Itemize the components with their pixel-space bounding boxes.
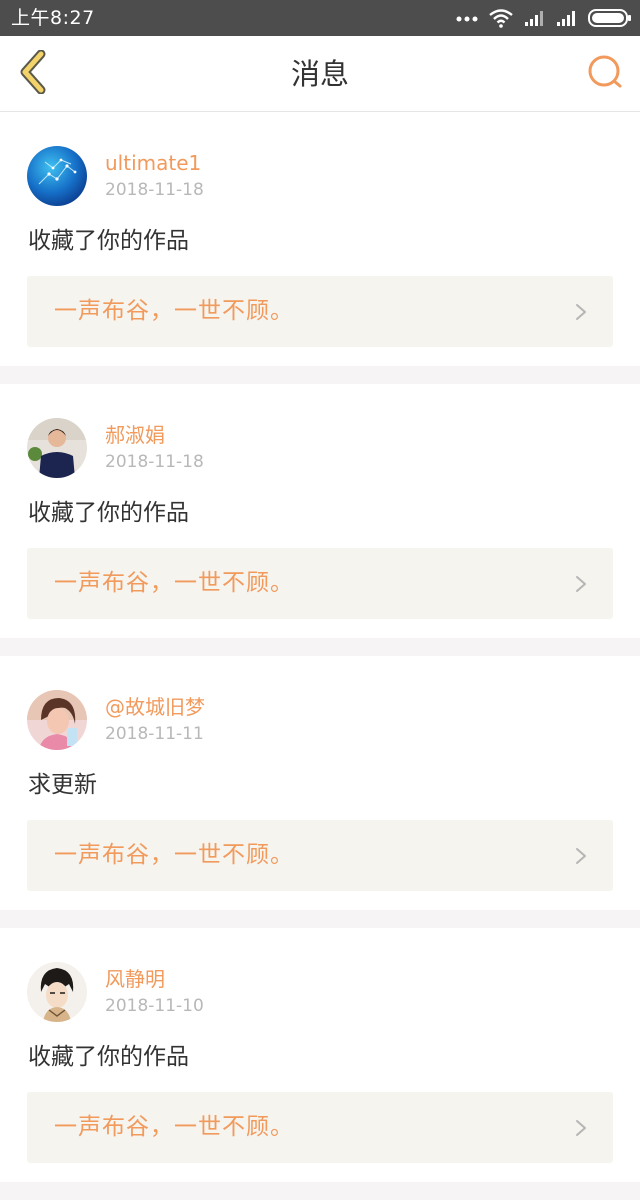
chevron-right-icon — [575, 303, 587, 321]
work-link[interactable]: 一声布谷，一世不顾。 — [27, 820, 613, 891]
header-bar: 消息 — [0, 36, 640, 112]
message-card: @故城旧梦 2018-11-11 求更新 一声布谷，一世不顾。 — [0, 656, 640, 910]
message-text: 收藏了你的作品 — [28, 500, 189, 526]
message-date: 2018-11-18 — [105, 452, 204, 472]
message-date: 2018-11-18 — [105, 180, 204, 200]
signal-icon — [524, 9, 546, 27]
message-card: 郝淑娟 2018-11-18 收藏了你的作品 一声布谷，一世不顾。 — [0, 384, 640, 638]
page-title: 消息 — [290, 57, 349, 91]
signal-icon — [556, 9, 578, 27]
message-list: ultimate1 2018-11-18 收藏了你的作品 一声布谷，一世不顾。 … — [0, 112, 640, 1200]
message-text: 收藏了你的作品 — [28, 228, 189, 254]
user-name[interactable]: 风静明 — [105, 966, 165, 992]
avatar[interactable] — [27, 690, 87, 750]
search-icon — [586, 54, 624, 94]
status-bar: 上午8:27 — [0, 0, 640, 36]
message-text: 收藏了你的作品 — [28, 1044, 189, 1070]
work-link[interactable]: 一声布谷，一世不顾。 — [27, 548, 613, 619]
work-link[interactable]: 一声布谷，一世不顾。 — [27, 276, 613, 347]
work-link[interactable]: 一声布谷，一世不顾。 — [27, 1092, 613, 1163]
battery-icon — [588, 9, 632, 27]
search-button[interactable] — [580, 50, 630, 98]
message-date: 2018-11-11 — [105, 724, 204, 744]
wifi-icon — [488, 8, 514, 28]
avatar[interactable] — [27, 146, 87, 206]
work-title: 一声布谷，一世不顾。 — [54, 298, 294, 324]
work-title: 一声布谷，一世不顾。 — [54, 1114, 294, 1140]
more-dots-icon — [456, 14, 478, 22]
status-icons — [456, 8, 632, 28]
work-title: 一声布谷，一世不顾。 — [54, 842, 294, 868]
avatar[interactable] — [27, 962, 87, 1022]
message-card: ultimate1 2018-11-18 收藏了你的作品 一声布谷，一世不顾。 — [0, 112, 640, 366]
user-name[interactable]: ultimate1 — [105, 150, 201, 176]
user-name[interactable]: @故城旧梦 — [105, 694, 205, 720]
chevron-right-icon — [575, 575, 587, 593]
message-date: 2018-11-10 — [105, 996, 204, 1016]
avatar[interactable] — [27, 418, 87, 478]
message-text: 求更新 — [28, 772, 97, 798]
message-card: 风静明 2018-11-10 收藏了你的作品 一声布谷，一世不顾。 — [0, 928, 640, 1182]
chevron-right-icon — [575, 1119, 587, 1137]
status-time: 上午8:27 — [11, 7, 95, 29]
user-name[interactable]: 郝淑娟 — [105, 422, 165, 448]
chevron-right-icon — [575, 847, 587, 865]
work-title: 一声布谷，一世不顾。 — [54, 570, 294, 596]
